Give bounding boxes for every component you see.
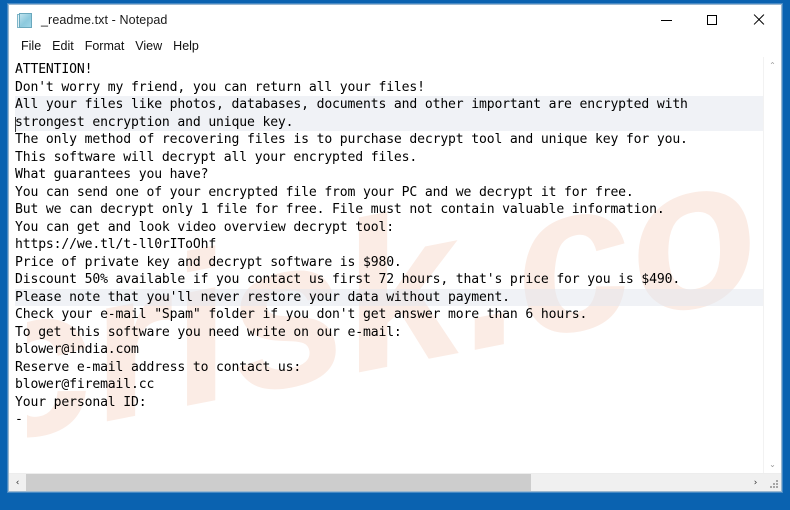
document-line: blower@india.com xyxy=(15,342,139,357)
window-controls xyxy=(643,5,781,35)
window-title: _readme.txt - Notepad xyxy=(41,13,168,27)
document-line: To get this software you need write on o… xyxy=(15,324,402,340)
document-line: All your files like photos, databases, d… xyxy=(15,96,763,114)
text-caret xyxy=(15,117,16,132)
document-line: strongest encryption and unique key. xyxy=(15,113,763,131)
horizontal-scroll-track[interactable] xyxy=(26,474,747,491)
document-line: This software will decrypt all your encr… xyxy=(15,149,418,165)
close-button[interactable] xyxy=(735,5,781,35)
document-line: You can get and look video overview decr… xyxy=(15,219,394,235)
menu-item-help[interactable]: Help xyxy=(168,37,205,55)
horizontal-scrollbar[interactable]: ‹ › xyxy=(9,473,781,491)
document-text[interactable]: ATTENTION! Don't worry my friend, you can… xyxy=(9,57,763,429)
resize-grip[interactable] xyxy=(764,474,781,491)
maximize-button[interactable] xyxy=(689,5,735,35)
vertical-scrollbar[interactable]: ⌃ ⌄ xyxy=(763,57,781,473)
document-line: Check your e-mail "Spam" folder if you d… xyxy=(15,307,588,322)
menu-item-format[interactable]: Format xyxy=(80,37,131,55)
document-line: You can send one of your encrypted file … xyxy=(15,184,634,200)
document-line: blower@firemail.cc xyxy=(15,377,155,392)
document-line: ATTENTION! xyxy=(15,62,93,77)
document-line: But we can decrypt only 1 file for free.… xyxy=(15,202,665,217)
document-line: Please note that you'll never restore yo… xyxy=(15,288,763,306)
close-icon xyxy=(752,14,764,26)
text-editor[interactable]: pcrisk.com ATTENTION! Don't worry my frie… xyxy=(9,57,763,473)
menu-item-edit[interactable]: Edit xyxy=(47,37,80,55)
scroll-left-icon[interactable]: ‹ xyxy=(9,474,26,491)
scroll-up-icon[interactable]: ⌃ xyxy=(764,57,781,74)
title-bar-left: _readme.txt - Notepad xyxy=(9,12,643,29)
document-line: Don't worry my friend, you can return al… xyxy=(15,79,425,95)
menu-item-view[interactable]: View xyxy=(130,37,168,55)
document-line: Price of private key and decrypt softwar… xyxy=(15,254,402,270)
menu-bar: File Edit Format View Help xyxy=(9,35,781,57)
notepad-window: _readme.txt - Notepad File Edit Format V… xyxy=(8,4,782,492)
document-line: What guarantees you have? xyxy=(15,167,209,182)
maximize-icon xyxy=(707,15,717,25)
minimize-button[interactable] xyxy=(643,5,689,35)
document-line: Reserve e-mail address to contact us: xyxy=(15,359,302,375)
resize-grip-icon xyxy=(770,480,779,489)
horizontal-scroll-thumb[interactable] xyxy=(26,474,531,491)
document-line: The only method of recovering files is t… xyxy=(15,132,688,147)
scroll-right-icon[interactable]: › xyxy=(747,474,764,491)
title-bar[interactable]: _readme.txt - Notepad xyxy=(9,5,781,35)
document-line: Discount 50% available if you contact us… xyxy=(15,272,681,287)
document-line: https://we.tl/t-ll0rIToOhf xyxy=(15,237,217,252)
scroll-down-icon[interactable]: ⌄ xyxy=(764,456,781,473)
menu-item-file[interactable]: File xyxy=(16,37,47,55)
notepad-document-icon xyxy=(17,12,34,29)
editor-area: pcrisk.com ATTENTION! Don't worry my frie… xyxy=(9,57,781,473)
minimize-icon xyxy=(660,19,672,21)
document-line: - xyxy=(15,412,23,427)
document-line: Your personal ID: xyxy=(15,394,147,410)
